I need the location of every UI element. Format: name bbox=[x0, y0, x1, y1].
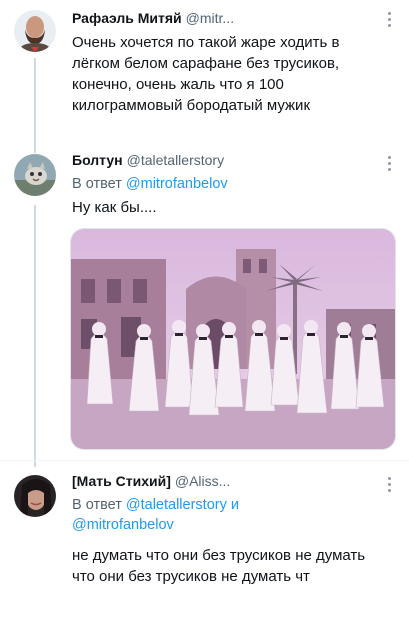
author-handle[interactable]: @Aliss... bbox=[175, 473, 230, 489]
reply-mention-link[interactable]: @mitrofanbelov bbox=[126, 176, 228, 192]
tweet-header: Болтун @taletallerstory bbox=[72, 152, 224, 168]
more-vertical-icon[interactable] bbox=[388, 156, 391, 174]
avatar[interactable] bbox=[14, 154, 56, 196]
author-name[interactable]: [Мать Стихий] bbox=[72, 473, 171, 489]
reply-mention-link[interactable]: @mitrofanbelov bbox=[72, 517, 174, 533]
tweet-3[interactable]: [Мать Стихий] @Aliss... В ответ @taletall… bbox=[0, 461, 409, 634]
tweet-2[interactable]: Болтун @taletallerstory В ответ @mitrofan… bbox=[0, 140, 409, 460]
avatar[interactable] bbox=[14, 475, 56, 517]
tweet-header: Рафаэль Митяй @mitr... bbox=[72, 10, 234, 26]
avatar[interactable] bbox=[14, 10, 56, 52]
reply-context: В ответ @mitrofanbelov bbox=[72, 174, 228, 194]
reply-prefix: В ответ bbox=[72, 176, 122, 192]
tweet-text: Очень хочется по такой жаре ходить в лёг… bbox=[72, 34, 340, 114]
reply-context: В ответ @taletallerstory и @mitrofanbelo… bbox=[72, 495, 390, 535]
reply-prefix: В ответ bbox=[72, 497, 122, 513]
author-name[interactable]: Болтун bbox=[72, 152, 123, 168]
author-handle[interactable]: @mitr... bbox=[186, 10, 234, 26]
more-vertical-icon[interactable] bbox=[388, 477, 391, 495]
author-handle[interactable]: @taletallerstory bbox=[127, 152, 224, 168]
tweet-1[interactable]: Рафаэль Митяй @mitr... Очень хочется по т… bbox=[0, 0, 409, 140]
reply-joiner: и bbox=[230, 497, 239, 513]
author-name[interactable]: Рафаэль Митяй bbox=[72, 10, 182, 26]
tweet-photo[interactable] bbox=[70, 228, 396, 450]
tweet-text: не думать что они без трусиков не думать… bbox=[72, 547, 366, 585]
reply-mention-link[interactable]: @taletallerstory bbox=[126, 497, 227, 513]
more-vertical-icon[interactable] bbox=[388, 12, 391, 30]
tweet-text: Ну как бы.... bbox=[72, 199, 157, 216]
tweet-header: [Мать Стихий] @Aliss... bbox=[72, 473, 230, 489]
